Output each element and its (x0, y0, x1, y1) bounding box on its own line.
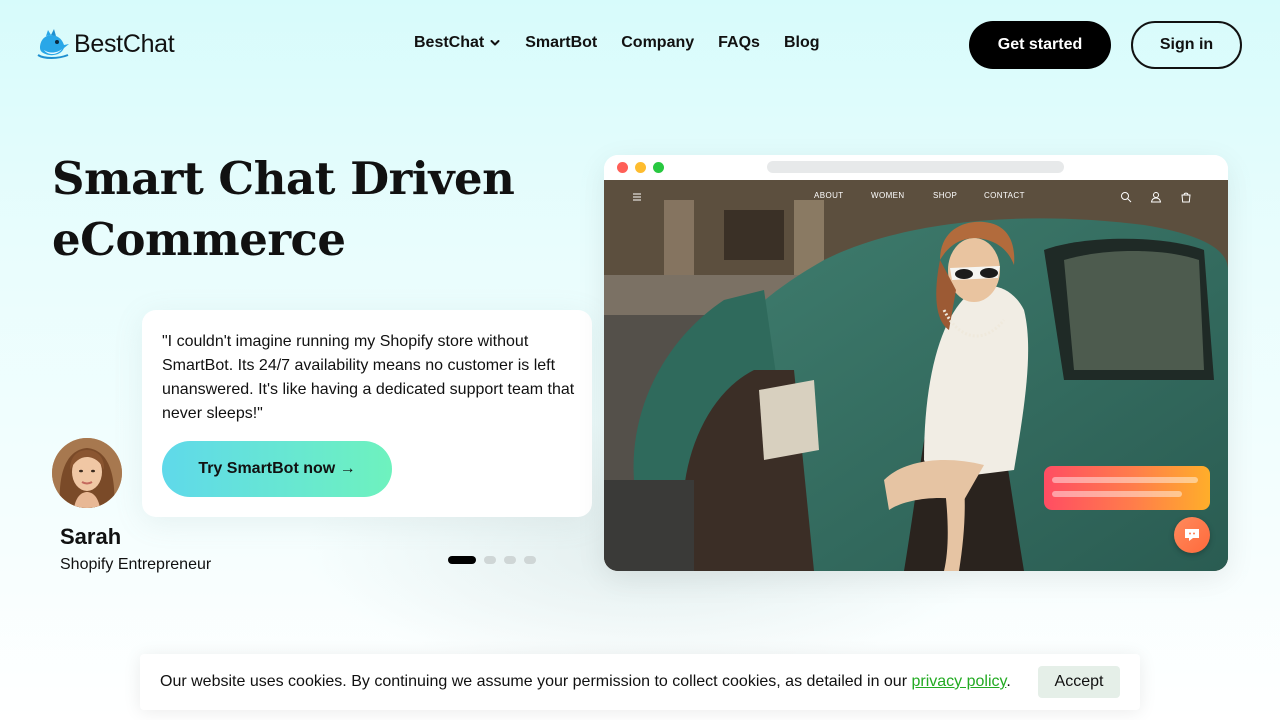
hero-photo (604, 180, 1228, 571)
nav-item-smartbot[interactable]: SmartBot (525, 34, 597, 52)
chevron-down-icon (490, 40, 500, 46)
storefront-nav: ABOUT WOMEN SHOP CONTACT (604, 190, 1228, 204)
try-smartbot-button[interactable]: Try SmartBot now → (162, 441, 392, 497)
cookie-text: Our website uses cookies. By continuing … (160, 673, 912, 690)
hero-title-line2: eCommerce (52, 213, 346, 266)
accept-cookies-button[interactable]: Accept (1038, 666, 1120, 698)
storefront-link-shop[interactable]: SHOP (933, 191, 957, 200)
avatar-portrait (52, 438, 122, 508)
browser-mockup: ABOUT WOMEN SHOP CONTACT (604, 155, 1228, 571)
privacy-policy-link[interactable]: privacy policy (911, 673, 1006, 690)
minimize-dot-icon (635, 162, 646, 173)
sign-in-button[interactable]: Sign in (1131, 21, 1242, 69)
nav-item-company[interactable]: Company (621, 34, 694, 52)
hero-title-line1: Smart Chat Driven (52, 152, 515, 205)
hero-title: Smart Chat Driven eCommerce (52, 148, 572, 270)
site-header: BestChat BestChat SmartBot Company FAQs … (0, 0, 1280, 90)
nav-item-faqs[interactable]: FAQs (718, 34, 760, 52)
menu-icon[interactable] (632, 192, 642, 202)
storefront-preview: ABOUT WOMEN SHOP CONTACT (604, 180, 1228, 571)
chat-line (1052, 491, 1182, 497)
storefront-link-about[interactable]: ABOUT (814, 191, 844, 200)
carousel-dots (448, 556, 536, 564)
cookie-suffix: . (1006, 673, 1011, 690)
cart-icon[interactable] (1180, 191, 1192, 203)
storefront-link-contact[interactable]: CONTACT (984, 191, 1025, 200)
url-bar (767, 161, 1064, 173)
close-dot-icon (617, 162, 628, 173)
nav-item-bestchat[interactable]: BestChat (414, 34, 501, 52)
storefront-link-women[interactable]: WOMEN (871, 191, 905, 200)
author-role: Shopify Entrepreneur (60, 556, 212, 573)
cookie-banner: Our website uses cookies. By continuing … (140, 654, 1140, 710)
browser-toolbar (604, 155, 1228, 180)
chat-message-preview (1044, 466, 1210, 510)
get-started-button[interactable]: Get started (969, 21, 1111, 69)
search-icon[interactable] (1120, 191, 1132, 203)
carousel-dot-4[interactable] (524, 556, 536, 564)
testimonial-card: "I couldn't imagine running my Shopify s… (142, 310, 592, 517)
carousel-dot-2[interactable] (484, 556, 496, 564)
maximize-dot-icon (653, 162, 664, 173)
author-name: Sarah (60, 524, 122, 549)
nav-item-label: BestChat (414, 34, 485, 51)
chat-line (1052, 477, 1198, 483)
avatar (52, 438, 122, 508)
testimonial-quote: "I couldn't imagine running my Shopify s… (162, 333, 575, 422)
carousel-dot-3[interactable] (504, 556, 516, 564)
bird-icon (37, 29, 69, 59)
logo[interactable]: BestChat (36, 28, 175, 60)
carousel-dot-1[interactable] (448, 556, 476, 564)
chat-launcher-button[interactable] (1174, 517, 1210, 553)
brand-name: BestChat (74, 29, 175, 58)
cookie-message: Our website uses cookies. By continuing … (160, 673, 1011, 691)
nav-item-blog[interactable]: Blog (784, 34, 820, 52)
user-icon[interactable] (1150, 191, 1162, 203)
main-nav: BestChat SmartBot Company FAQs Blog (414, 34, 820, 52)
chat-bubble-icon (1185, 529, 1199, 541)
